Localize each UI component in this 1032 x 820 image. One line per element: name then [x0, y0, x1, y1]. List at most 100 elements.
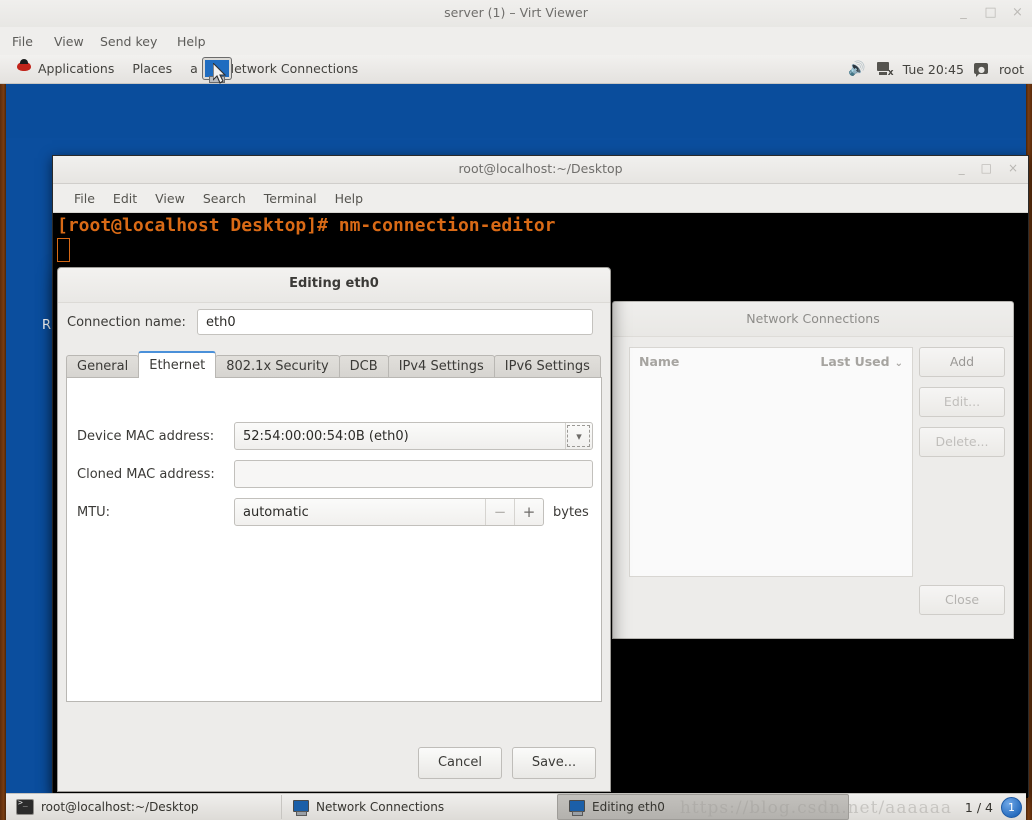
editing-connection-dialog[interactable]: Editing eth0 Connection name: eth0 Gener…	[57, 267, 611, 792]
tab-ipv4-settings[interactable]: IPv4 Settings	[387, 355, 495, 378]
clock[interactable]: Tue 20:45	[903, 62, 964, 77]
menu-file[interactable]: File	[12, 34, 33, 49]
mtu-spinner[interactable]: automatic − +	[234, 498, 544, 526]
tab-ethernet[interactable]: Ethernet	[138, 351, 217, 378]
network-window-icon	[568, 799, 585, 816]
cancel-button[interactable]: Cancel	[418, 747, 502, 779]
volume-icon[interactable]: 🔊	[848, 61, 865, 77]
taskbar-item-editing-eth0[interactable]: Editing eth0	[557, 794, 849, 820]
network-window-icon	[292, 799, 309, 816]
terminal-maximize-icon[interactable]: □	[981, 162, 992, 175]
mtu-label: MTU:	[77, 504, 111, 520]
taskbar-item-terminal-label: root@localhost:~/Desktop	[41, 800, 199, 814]
connections-list[interactable]: Name Last Used ⌄	[629, 347, 913, 577]
menu-send-key[interactable]: Send key	[100, 34, 157, 49]
chat-icon[interactable]: ●	[973, 62, 989, 77]
device-mac-row: Device MAC address: 52:54:00:00:54:0B (e…	[77, 422, 593, 450]
tab-ipv6-settings[interactable]: IPv6 Settings	[493, 355, 601, 378]
applications-menu-label: Applications	[37, 61, 115, 76]
connection-name-label: Connection name:	[67, 314, 186, 330]
virt-viewer-title: server (1) – Virt Viewer	[444, 5, 588, 20]
menu-view[interactable]: View	[54, 34, 84, 49]
taskbar-item-editing-eth0-label: Editing eth0	[592, 800, 665, 814]
tab-8021x-security[interactable]: 802.1x Security	[215, 355, 340, 378]
terminal-menubar: File Edit View Search Terminal Help	[53, 184, 1028, 213]
editing-dialog-footer: Cancel Save...	[58, 735, 610, 791]
workspace-indicator[interactable]: 1	[1001, 796, 1022, 818]
screen: server (1) – Virt Viewer _ □ × File View…	[0, 0, 1032, 820]
column-last-used[interactable]: Last Used ⌄	[820, 354, 903, 369]
mtu-unit-label: bytes	[553, 504, 589, 520]
mtu-decrement-button[interactable]: −	[485, 499, 514, 525]
gnome-panel-left: Applications Places a Network Connection…	[8, 55, 367, 83]
ethernet-tab-panel: Device MAC address: 52:54:00:00:54:0B (e…	[66, 377, 602, 702]
save-button[interactable]: Save...	[512, 747, 596, 779]
terminal-window-controls: _ □ ×	[959, 162, 1018, 175]
chevron-down-icon[interactable]: ▾	[565, 423, 592, 449]
gnome-panel-right: 🔊 x Tue 20:45 ● root	[848, 55, 1024, 83]
terminal-menu-terminal[interactable]: Terminal	[255, 191, 326, 206]
taskbar-item-network-connections[interactable]: Network Connections	[281, 795, 557, 819]
virt-viewer-window-controls: _ □ ×	[957, 6, 1024, 19]
terminal-menu-view[interactable]: View	[146, 191, 194, 206]
mtu-increment-button[interactable]: +	[514, 499, 543, 525]
terminal-minimize-icon[interactable]: _	[959, 162, 965, 175]
terminal-icon	[16, 798, 34, 815]
minimize-icon[interactable]: _	[957, 6, 970, 19]
connection-name-row: Connection name: eth0	[58, 306, 610, 338]
tab-dcb[interactable]: DCB	[338, 355, 389, 378]
virt-viewer-titlebar: server (1) – Virt Viewer _ □ ×	[0, 0, 1032, 28]
cloned-mac-label: Cloned MAC address:	[77, 466, 215, 482]
mtu-row: MTU: automatic − + bytes	[77, 498, 593, 526]
terminal-title: root@localhost:~/Desktop	[458, 161, 623, 176]
close-icon[interactable]: ×	[1011, 6, 1024, 19]
menu-help[interactable]: Help	[177, 34, 206, 49]
tab-general[interactable]: General	[66, 355, 140, 378]
edit-button[interactable]: Edit...	[919, 387, 1005, 417]
network-connections-body: Name Last Used ⌄ Add Edit... Delete... Cl…	[613, 337, 1013, 615]
device-mac-value: 52:54:00:00:54:0B (eth0)	[243, 428, 409, 444]
connections-list-header: Name Last Used ⌄	[630, 348, 912, 369]
applications-menu[interactable]: Applications	[8, 55, 123, 83]
workspace-pager[interactable]: 1 / 4	[965, 800, 993, 815]
network-connections-titlebar: Network Connections	[613, 302, 1013, 337]
network-disconnected-icon[interactable]: x	[876, 61, 894, 77]
maximize-icon[interactable]: □	[984, 6, 997, 19]
cloned-mac-row: Cloned MAC address:	[77, 460, 593, 488]
gnome-top-panel: Applications Places a Network Connection…	[0, 55, 1032, 84]
virt-viewer-menubar: File View Send key Help	[0, 27, 1032, 55]
terminal-menu-search[interactable]: Search	[194, 191, 255, 206]
user-menu[interactable]: root	[999, 62, 1024, 77]
terminal-menu-edit[interactable]: Edit	[104, 191, 146, 206]
column-name[interactable]: Name	[639, 354, 679, 369]
taskbar-item-network-connections-label: Network Connections	[316, 800, 445, 814]
connections-actions: Add Edit... Delete...	[919, 347, 1005, 467]
mtu-value: automatic	[243, 504, 309, 520]
delete-button[interactable]: Delete...	[919, 427, 1005, 457]
editing-dialog-titlebar: Editing eth0	[58, 268, 610, 303]
network-connections-window[interactable]: Network Connections Name Last Used ⌄ Add …	[612, 301, 1014, 639]
mouse-cursor-icon	[213, 63, 227, 84]
close-button[interactable]: Close	[919, 585, 1005, 615]
network-connections-title: Network Connections	[746, 311, 880, 326]
cloned-mac-input[interactable]	[234, 460, 593, 488]
dragged-window-icon	[200, 57, 234, 84]
places-menu[interactable]: Places	[123, 55, 181, 83]
terminal-titlebar: root@localhost:~/Desktop _ □ ×	[53, 156, 1028, 184]
connection-name-input[interactable]: eth0	[197, 309, 593, 335]
terminal-close-icon[interactable]: ×	[1008, 162, 1018, 175]
taskbar-item-terminal[interactable]: root@localhost:~/Desktop	[6, 795, 281, 819]
terminal-cursor	[57, 238, 70, 262]
taskbar: root@localhost:~/Desktop Network Connect…	[6, 793, 1026, 820]
terminal-prompt-line: [root@localhost Desktop]# nm-connection-…	[57, 215, 556, 236]
terminal-menu-file[interactable]: File	[65, 191, 104, 206]
editing-dialog-actions: Cancel Save...	[418, 747, 596, 779]
sort-chevron-down-icon: ⌄	[894, 358, 903, 369]
device-mac-combo[interactable]: 52:54:00:00:54:0B (eth0) ▾	[234, 422, 593, 450]
device-mac-label: Device MAC address:	[77, 428, 215, 444]
settings-tabs: General Ethernet 802.1x Security DCB IPv…	[66, 351, 602, 378]
add-button[interactable]: Add	[919, 347, 1005, 377]
editing-dialog-title: Editing eth0	[289, 276, 379, 291]
redhat-logo-icon	[17, 58, 32, 73]
terminal-menu-help[interactable]: Help	[326, 191, 373, 206]
